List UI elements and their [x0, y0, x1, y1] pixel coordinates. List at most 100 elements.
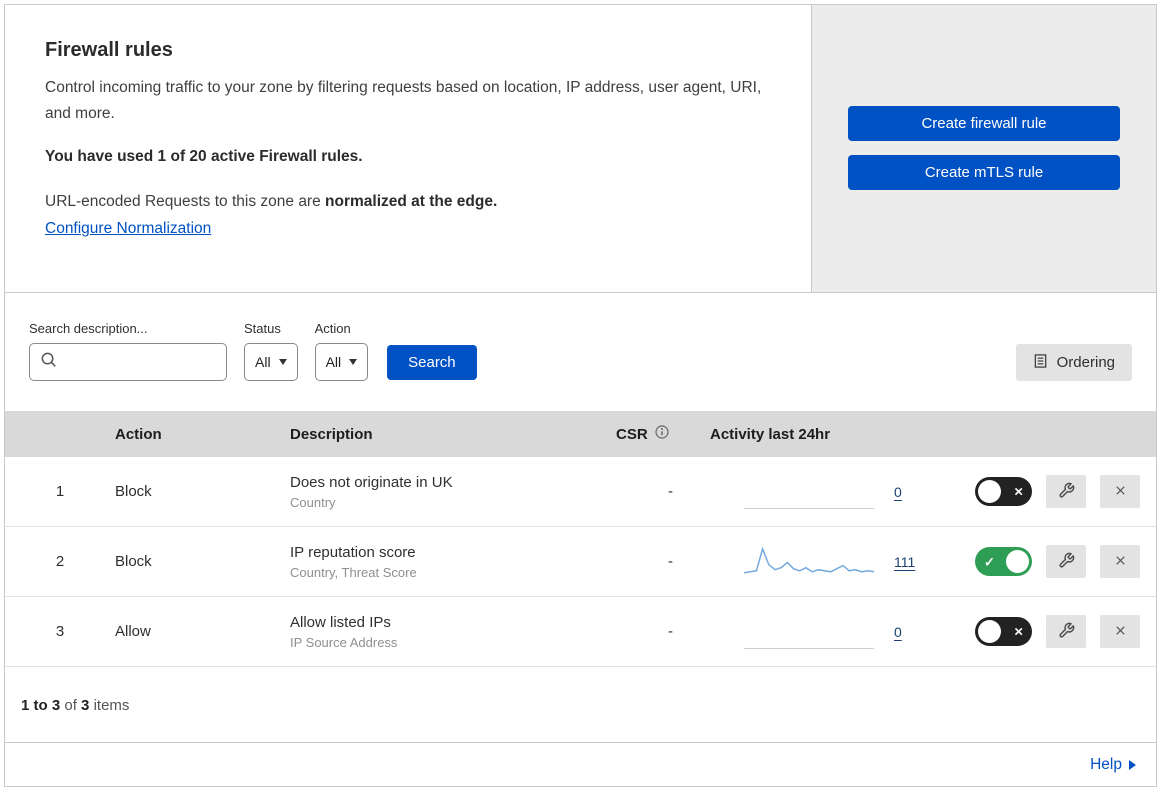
ordering-button-label: Ordering: [1056, 354, 1115, 371]
configure-normalization-link[interactable]: Configure Normalization: [45, 220, 211, 237]
search-box: [29, 343, 227, 381]
rule-action: Block: [115, 553, 152, 570]
csr-header-label: CSR: [616, 425, 648, 443]
arrow-right-icon: [1129, 760, 1136, 770]
table-header: Action Description CSR Activity last 24h…: [5, 411, 1156, 457]
rule-enabled-toggle[interactable]: ✓ ×: [975, 477, 1032, 506]
pagination-summary: 1 to 3 of 3 items: [5, 667, 1156, 742]
rule-activity-cell: 0: [698, 475, 928, 509]
rule-csr: -: [668, 483, 673, 500]
help-bar: Help: [5, 742, 1156, 786]
table-row: 3 Allow Allow listed IPs IP Source Addre…: [5, 597, 1156, 667]
chevron-down-icon: [278, 359, 287, 365]
activity-count-link[interactable]: 0: [894, 484, 902, 500]
action-label: Action: [314, 321, 351, 336]
status-select[interactable]: All: [244, 343, 298, 381]
wrench-icon: [1058, 552, 1075, 572]
rule-description-cell: IP reputation score Country, Threat Scor…: [290, 544, 588, 580]
x-icon: ×: [1014, 483, 1023, 500]
search-group: Search description...: [29, 321, 227, 381]
edit-rule-button[interactable]: [1046, 475, 1086, 508]
close-icon: [1113, 483, 1128, 501]
rule-fields: IP Source Address: [290, 634, 398, 650]
rule-priority: 2: [55, 553, 65, 570]
status-filter-group: Status All: [244, 321, 298, 381]
toggle-knob: [1006, 550, 1029, 573]
rule-controls: ✓ ×: [928, 475, 1156, 508]
ordering-list-icon: [1033, 353, 1048, 373]
delete-rule-button[interactable]: [1100, 475, 1140, 508]
column-header-csr: CSR: [588, 425, 698, 443]
normalization-note: URL-encoded Requests to this zone are no…: [45, 193, 771, 211]
rule-description-cell: Does not originate in UK Country: [290, 474, 588, 510]
rule-controls: ✓ ×: [928, 615, 1156, 648]
chevron-down-icon: [349, 359, 358, 365]
wrench-icon: [1058, 482, 1075, 502]
normalization-text: URL-encoded Requests to this zone are: [45, 193, 326, 211]
rule-fields: Country: [290, 494, 336, 510]
status-label: Status: [244, 321, 281, 336]
rule-action: Block: [115, 483, 152, 500]
rule-description: Does not originate in UK: [290, 473, 453, 491]
normalization-bold: normalized at the edge.: [325, 193, 498, 211]
rule-fields: Country, Threat Score: [290, 564, 417, 580]
check-icon: ✓: [984, 554, 995, 569]
rule-activity-cell: 111: [698, 545, 928, 579]
rule-csr: -: [668, 553, 673, 570]
search-icon: [40, 351, 57, 373]
rule-action: Allow: [115, 623, 151, 640]
activity-count-link[interactable]: 0: [894, 624, 902, 640]
rule-description: IP reputation score: [290, 543, 416, 561]
action-select[interactable]: All: [314, 343, 369, 381]
help-link-label: Help: [1090, 755, 1122, 773]
activity-count-link[interactable]: 111: [894, 554, 915, 570]
table-row: 1 Block Does not originate in UK Country…: [5, 457, 1156, 527]
rule-priority: 3: [55, 623, 65, 640]
action-select-value: All: [325, 354, 342, 370]
rule-priority: 1: [55, 483, 65, 500]
search-label: Search description...: [29, 321, 148, 336]
range-text: 1 to 3: [21, 697, 61, 714]
page-description: Control incoming traffic to your zone by…: [45, 79, 762, 122]
rule-description: Allow listed IPs: [290, 613, 391, 631]
action-filter-group: Action All: [314, 321, 369, 381]
close-icon: [1113, 623, 1128, 641]
rule-description-cell: Allow listed IPs IP Source Address: [290, 614, 588, 650]
column-header-activity: Activity last 24hr: [710, 425, 831, 443]
edit-rule-button[interactable]: [1046, 615, 1086, 648]
ordering-button[interactable]: Ordering: [1015, 344, 1132, 381]
action-panel: Create firewall rule Create mTLS rule: [812, 5, 1156, 292]
column-header-action: Action: [115, 425, 162, 443]
rule-controls: ✓ ×: [928, 545, 1156, 578]
toggle-knob: [978, 480, 1001, 503]
items-text: items: [93, 697, 130, 714]
delete-rule-button[interactable]: [1100, 615, 1140, 648]
rule-activity-cell: 0: [698, 615, 928, 649]
rule-enabled-toggle[interactable]: ✓ ×: [975, 547, 1032, 576]
close-icon: [1113, 553, 1128, 571]
filter-bar: Search description... Status All Action …: [5, 293, 1156, 411]
activity-sparkline: [744, 475, 874, 509]
create-mtls-rule-button[interactable]: Create mTLS rule: [848, 155, 1120, 190]
total-count: 3: [81, 697, 90, 714]
wrench-icon: [1058, 622, 1075, 642]
create-firewall-rule-button[interactable]: Create firewall rule: [848, 106, 1120, 141]
status-select-value: All: [255, 354, 271, 370]
search-input[interactable]: [64, 354, 216, 370]
activity-sparkline: [743, 545, 875, 579]
intro-section: Firewall rules Control incoming traffic …: [5, 5, 1156, 293]
info-icon[interactable]: [655, 425, 669, 443]
edit-rule-button[interactable]: [1046, 545, 1086, 578]
delete-rule-button[interactable]: [1100, 545, 1140, 578]
rule-enabled-toggle[interactable]: ✓ ×: [975, 617, 1032, 646]
firewall-rules-page: Firewall rules Control incoming traffic …: [4, 4, 1157, 787]
table-row: 2 Block IP reputation score Country, Thr…: [5, 527, 1156, 597]
column-header-description: Description: [290, 425, 373, 443]
activity-sparkline: [744, 615, 874, 649]
page-title: Firewall rules: [45, 39, 173, 61]
rule-csr: -: [668, 623, 673, 640]
intro-card: Firewall rules Control incoming traffic …: [5, 5, 812, 292]
search-button[interactable]: Search: [387, 345, 477, 380]
help-link[interactable]: Help: [1090, 756, 1136, 774]
of-text: of: [64, 697, 77, 714]
